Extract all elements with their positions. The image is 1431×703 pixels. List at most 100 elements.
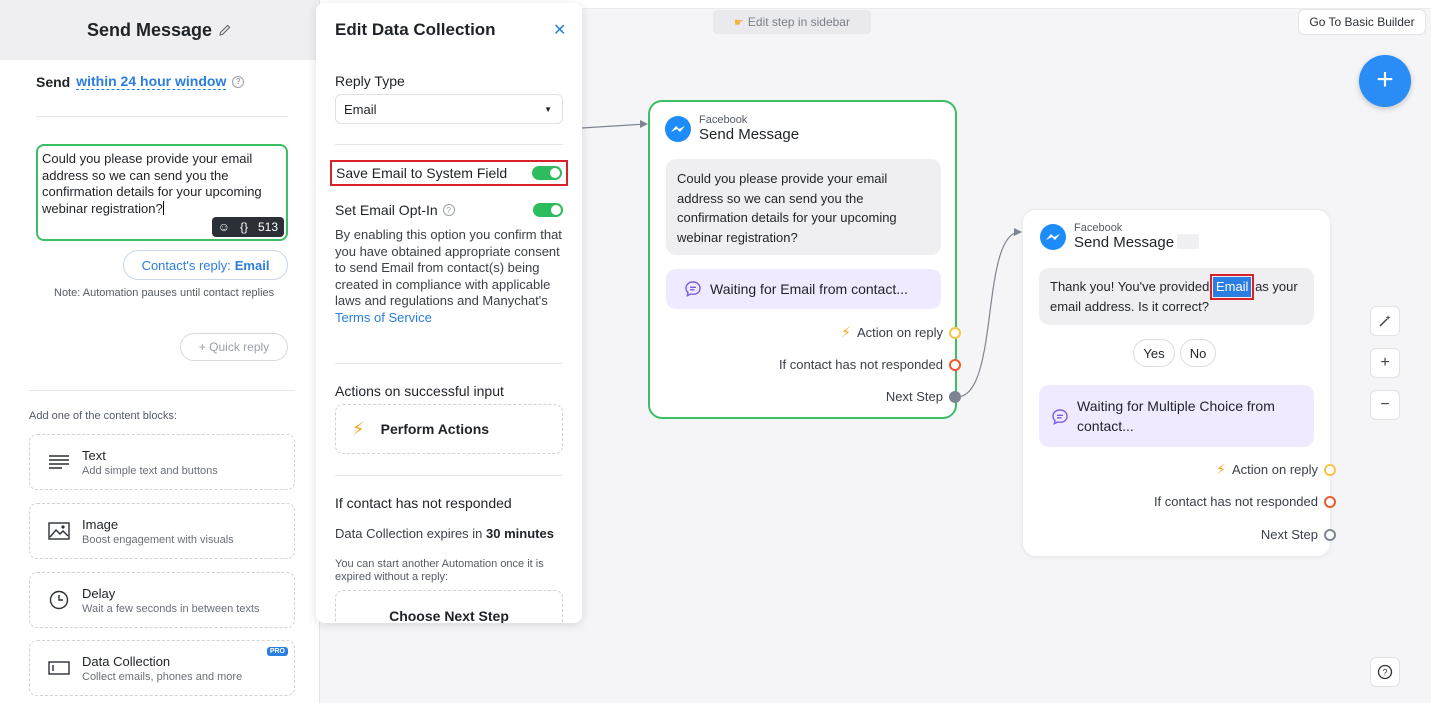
help-button[interactable]: ? [1370, 657, 1400, 687]
input-field-icon [46, 655, 72, 681]
zoom-out-button[interactable]: − [1370, 390, 1400, 420]
block-desc: Add simple text and buttons [82, 464, 218, 477]
contact-reply-button[interactable]: Contact's reply: Email [123, 250, 288, 280]
add-delay-block[interactable]: Delay Wait a few seconds in between texts [29, 572, 295, 628]
add-text-block[interactable]: Text Add simple text and buttons [29, 434, 295, 490]
edit-data-collection-panel: Edit Data Collection ✕ Reply Type Email … [316, 3, 582, 623]
terms-of-service-link[interactable]: Terms of Service [335, 310, 432, 325]
add-step-button[interactable]: + [1359, 55, 1411, 107]
send-message-node-1[interactable]: Facebook Send Message Could you please p… [648, 100, 961, 419]
expiry-prefix: Data Collection expires in [335, 526, 483, 541]
edit-step-hint: ☛ Edit step in sidebar [713, 10, 871, 34]
pointing-hand-icon: ☛ [734, 16, 744, 29]
port-label: If contact has not responded [778, 357, 943, 372]
port-label: Next Step [885, 389, 943, 404]
message-toolbar: ☺ {} 513 [211, 217, 284, 237]
magic-wand-icon [1379, 315, 1391, 327]
expiry-row: Data Collection expires in 30 minutes [335, 526, 554, 541]
question-circle-icon[interactable]: ? [232, 75, 245, 88]
save-email-toggle[interactable] [532, 166, 562, 180]
block-title: Image [82, 516, 119, 532]
block-title: Data Collection [82, 653, 171, 669]
waiting-for-email: Waiting for Email from contact... [666, 269, 941, 309]
port-label: If contact has not responded [1153, 494, 1318, 509]
action-on-reply-port[interactable]: ⚡︎ Action on reply [1216, 461, 1336, 478]
question-circle-icon[interactable]: ? [442, 204, 455, 216]
auto-arrange-button[interactable] [1370, 306, 1400, 336]
text-lines-icon [46, 449, 72, 475]
next-step-port[interactable]: Next Step [1260, 527, 1336, 542]
port-label: Next Step [1260, 527, 1318, 542]
port-label: Action on reply [1232, 462, 1318, 477]
waiting-for-choice: Waiting for Multiple Choice from contact… [1039, 385, 1314, 447]
block-title: Text [82, 447, 106, 463]
lightning-icon: ⚡︎ [841, 324, 851, 340]
quick-reply-button[interactable]: + Quick reply [180, 333, 288, 361]
expiry-note: You can start another Automation once it… [335, 558, 544, 583]
node-title: Send Message [699, 126, 800, 143]
node-source: Facebook [1074, 222, 1123, 234]
emoji-icon[interactable]: ☺ [218, 219, 230, 236]
image-icon [46, 518, 72, 544]
sidebar-title[interactable]: Send Message [87, 20, 212, 41]
pro-badge: PRO [266, 647, 288, 656]
variables-button[interactable]: {} [240, 219, 248, 236]
edit-step-hint-text: Edit step in sidebar [747, 15, 850, 29]
port-handle[interactable] [949, 358, 961, 371]
block-desc: Wait a few seconds in between texts [82, 602, 260, 615]
divider [29, 390, 295, 391]
actions-heading: Actions on successful input [335, 383, 504, 399]
email-optin-toggle[interactable] [533, 203, 563, 217]
send-window-link[interactable]: within 24 hour window [76, 73, 227, 90]
email-variable-chip[interactable]: Email [1209, 274, 1255, 300]
message-text[interactable]: Could you please provide your email addr… [42, 151, 262, 216]
choose-next-step-button[interactable]: Choose Next Step [335, 590, 563, 623]
node-title-text: Send Message [1074, 234, 1175, 251]
clock-icon [46, 587, 72, 613]
port-handle[interactable] [1324, 528, 1336, 541]
optin-desc-text: By enabling this option you confirm that… [335, 227, 562, 308]
perform-actions-button[interactable]: ⚡︎ Perform Actions [335, 404, 563, 454]
port-handle[interactable] [949, 390, 961, 403]
save-email-label: Save Email to System Field [336, 165, 508, 181]
block-desc: Collect emails, phones and more [82, 670, 243, 683]
port-handle[interactable] [949, 326, 961, 339]
add-blocks-label: Add one of the content blocks: [29, 410, 177, 422]
add-image-block[interactable]: Image Boost engagement with visuals [29, 503, 295, 559]
close-icon[interactable]: ✕ [553, 20, 566, 40]
port-handle[interactable] [1324, 495, 1336, 508]
optin-label: Set Email Opt-In [335, 202, 438, 218]
email-optin-row: Set Email Opt-In? [335, 202, 563, 218]
messenger-icon [665, 115, 691, 142]
no-response-port[interactable]: If contact has not responded [1153, 494, 1336, 509]
go-to-basic-builder-button[interactable]: Go To Basic Builder [1298, 9, 1426, 35]
send-message-node-2[interactable]: Facebook Send Message Thank you! You've … [1022, 209, 1336, 557]
next-step-port[interactable]: Next Step [885, 389, 961, 404]
add-data-collection-block[interactable]: Data Collection Collect emails, phones an… [29, 640, 295, 696]
no-response-port[interactable]: If contact has not responded [778, 357, 961, 372]
panel-title: Edit Data Collection [335, 20, 496, 39]
action-on-reply-port[interactable]: ⚡︎ Action on reply [841, 324, 961, 341]
message-text-editor[interactable]: Could you please provide your email addr… [36, 144, 288, 241]
reply-type-select[interactable]: Email ▼ [335, 94, 563, 124]
reply-type: Email [234, 257, 270, 273]
waiting-text: Waiting for Multiple Choice from contact… [1077, 398, 1275, 434]
expiry-value[interactable]: 30 minutes [486, 526, 554, 541]
node-title: Send Message [1074, 234, 1200, 251]
text-cursor [162, 200, 164, 215]
node-header: Facebook Send Message [665, 114, 799, 143]
choice-no-button[interactable]: No [1180, 339, 1216, 367]
send-window-row: Send within 24 hour window ? [36, 73, 245, 90]
message-bubble: Thank you! You've provided Email as your… [1039, 268, 1314, 325]
edit-title-placeholder [1177, 234, 1200, 249]
no-response-heading: If contact has not responded [335, 495, 512, 511]
port-label: Action on reply [857, 325, 943, 340]
choice-yes-button[interactable]: Yes [1133, 339, 1175, 367]
send-label: Send [36, 73, 71, 90]
pencil-icon[interactable] [218, 23, 232, 37]
chat-bubble-icon [1052, 409, 1068, 425]
question-circle-icon: ? [1377, 664, 1393, 680]
left-sidebar: Send Message Send within 24 hour window … [0, 0, 320, 703]
port-handle[interactable] [1324, 463, 1336, 476]
zoom-in-button[interactable]: + [1370, 348, 1400, 378]
